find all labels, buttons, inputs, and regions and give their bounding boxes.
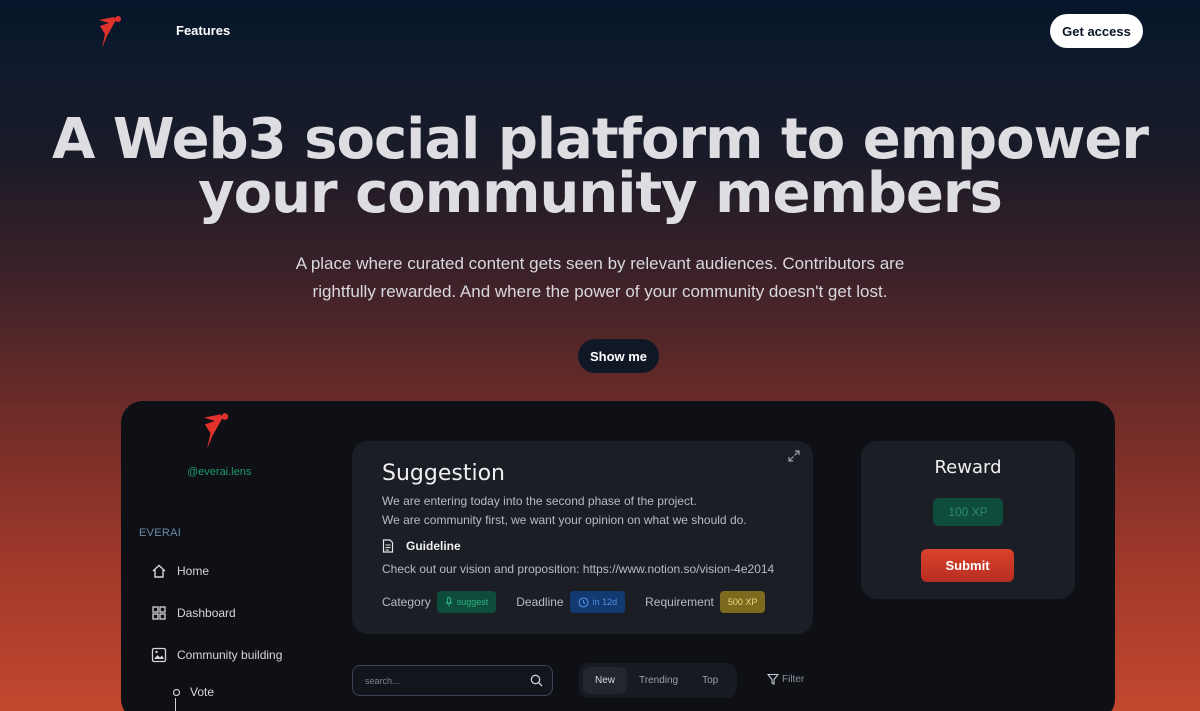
- mic-icon: [445, 597, 453, 607]
- app-preview: @everai.lens EVERAI Home Dashboard Commu…: [121, 401, 1115, 711]
- tab-trending[interactable]: Trending: [627, 667, 690, 694]
- sidebar-item-home[interactable]: Home: [151, 563, 209, 579]
- sidebar-brand: EVERAI: [139, 527, 182, 539]
- search-box[interactable]: [352, 665, 553, 696]
- tab-top[interactable]: Top: [690, 667, 730, 694]
- suggestion-text-2: We are community first, we want your opi…: [382, 513, 747, 527]
- suggestion-meta: Category suggest Deadline in 12d Require…: [382, 591, 785, 613]
- guideline-label: Guideline: [406, 539, 461, 553]
- sidebar-subitem-label: Vote: [190, 685, 215, 699]
- get-access-button[interactable]: Get access: [1050, 14, 1143, 48]
- nav-link-features[interactable]: Features: [176, 23, 230, 38]
- search-icon[interactable]: [530, 674, 543, 687]
- tree-connector: [175, 698, 176, 711]
- show-me-button[interactable]: Show me: [578, 339, 659, 373]
- category-badge: suggest: [436, 591, 497, 613]
- tab-new[interactable]: New: [583, 667, 628, 694]
- filter-button[interactable]: Filter: [767, 673, 804, 685]
- hero-title: A Web3 social platform to empower your c…: [0, 107, 1200, 226]
- requirement-badge: 500 XP: [719, 591, 766, 613]
- search-input[interactable]: [365, 673, 525, 689]
- submit-button[interactable]: Submit: [921, 549, 1014, 582]
- profile-handle[interactable]: @everai.lens: [187, 466, 251, 478]
- category-label: Category: [382, 595, 431, 609]
- sidebar-item-community-building[interactable]: Community building: [151, 647, 282, 663]
- guideline-row: Guideline: [382, 539, 461, 553]
- hero-subtitle: A place where curated content gets seen …: [295, 254, 905, 301]
- sidebar-item-label: Dashboard: [177, 606, 236, 620]
- suggestion-card: Suggestion We are entering today into th…: [352, 441, 813, 634]
- clock-icon: [578, 596, 589, 608]
- deadline-label: Deadline: [516, 595, 564, 609]
- sidebar-subitem-vote[interactable]: Vote: [173, 685, 214, 699]
- home-icon: [152, 564, 166, 578]
- deadline-badge: in 12d: [569, 591, 626, 613]
- suggestion-text-1: We are entering today into the second ph…: [382, 494, 697, 508]
- app-logo: [203, 413, 229, 449]
- top-navbar: Features Get access: [0, 0, 1200, 62]
- bullet-icon: [173, 688, 180, 696]
- feed-tabs: New Trending Top: [579, 663, 737, 698]
- image-icon: [151, 647, 167, 663]
- sidebar-item-dashboard[interactable]: Dashboard: [151, 605, 236, 621]
- suggestion-title: Suggestion: [382, 461, 505, 486]
- reward-title: Reward: [934, 457, 1002, 478]
- expand-icon[interactable]: [787, 449, 801, 463]
- document-icon: [382, 539, 394, 553]
- grid-icon: [152, 606, 166, 620]
- reward-card: Reward 100 XP Submit: [861, 441, 1075, 599]
- filter-label: Filter: [782, 673, 805, 685]
- sidebar-item-label: Home: [177, 564, 210, 578]
- category-value: suggest: [456, 597, 489, 607]
- hero-title-line-2: your community members: [198, 161, 1003, 226]
- requirement-label: Requirement: [645, 595, 714, 609]
- filter-icon: [767, 673, 779, 685]
- sidebar-item-label: Community building: [177, 648, 283, 662]
- deadline-value: in 12d: [592, 597, 618, 607]
- xp-badge: 100 XP: [933, 498, 1003, 526]
- guideline-text[interactable]: Check out our vision and proposition: ht…: [382, 562, 774, 576]
- hero-title-line-1: A Web3 social platform to empower: [52, 107, 1149, 172]
- brand-logo[interactable]: [96, 14, 124, 50]
